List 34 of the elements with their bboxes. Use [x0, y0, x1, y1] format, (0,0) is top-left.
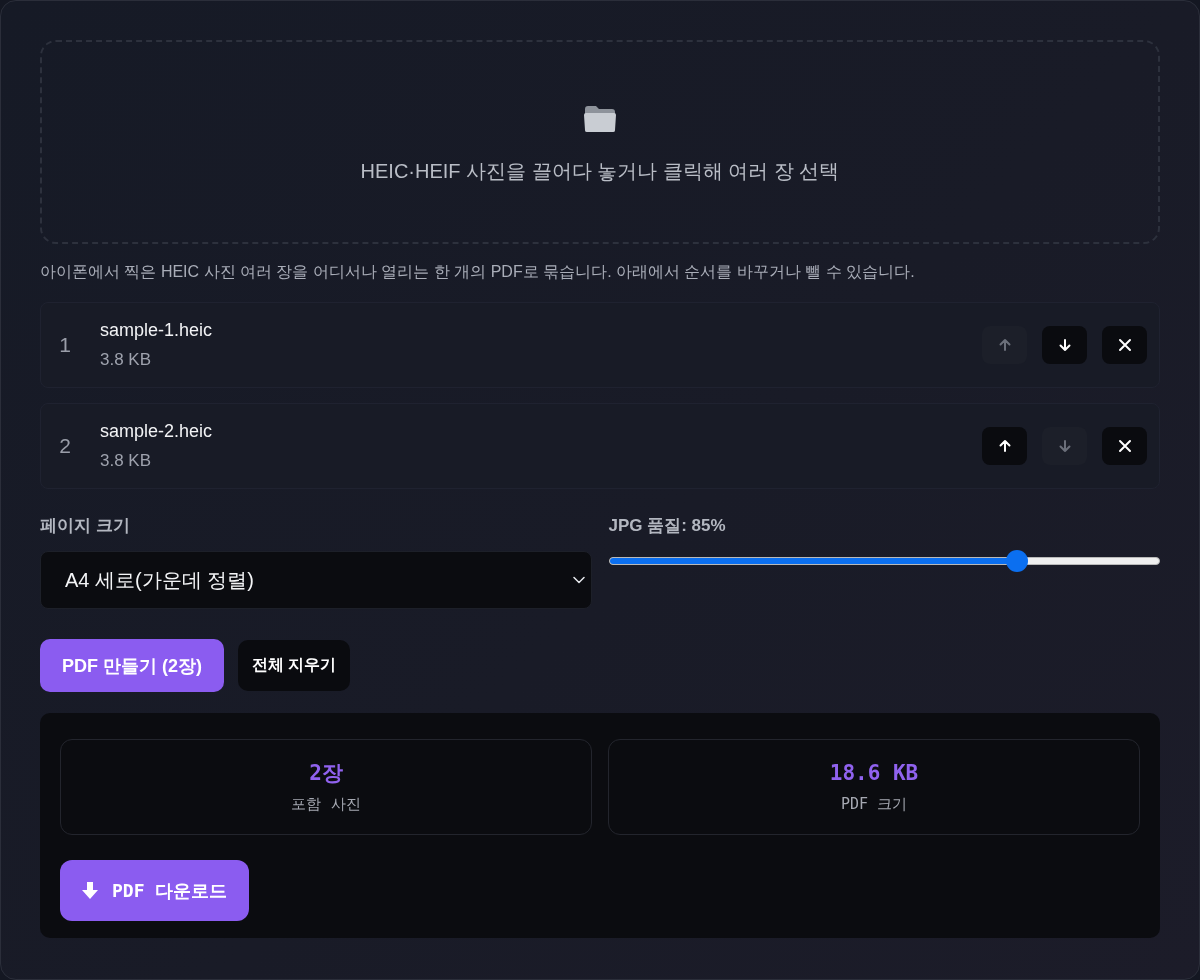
move-up-button[interactable]	[982, 427, 1027, 465]
slider-thumb[interactable]	[1005, 550, 1028, 572]
file-size: 3.8 KB	[100, 450, 153, 472]
arrow-up-icon	[997, 439, 1012, 453]
remove-button[interactable]	[1102, 326, 1147, 364]
quality-slider[interactable]	[608, 549, 1160, 573]
create-pdf-button[interactable]: PDF 만들기 (2장)	[40, 639, 224, 692]
drop-zone-text: HEIC·HEIF 사진을 끌어다 놓거나 클릭해 여러 장 선택	[360, 159, 840, 184]
file-name: sample-1.heic	[100, 319, 214, 341]
close-icon	[1117, 338, 1132, 352]
file-name: sample-2.heic	[100, 420, 214, 442]
page-size-select[interactable]: A4 세로(가운데 정렬)	[40, 551, 592, 609]
download-button[interactable]: PDF 다운로드	[60, 860, 250, 921]
arrow-up-icon	[997, 338, 1012, 352]
clear-all-button[interactable]: 전체 지우기	[238, 640, 351, 691]
file-number: 1	[58, 333, 72, 357]
description-text: 아이폰에서 찍은 HEIC 사진 여러 장을 어디서나 열리는 한 개의 PDF로 묶습니다. 아래에서 순서를 바꾸거나 뺄 수 있습니다.	[40, 262, 916, 282]
chevron-down-icon	[572, 576, 585, 584]
stat-label: 포함 사진	[291, 794, 361, 814]
quality-label: JPG 품질: 85%	[608, 515, 726, 537]
folder-icon	[583, 104, 617, 134]
file-number: 2	[58, 434, 72, 458]
drop-zone[interactable]: HEIC·HEIF 사진을 끌어다 놓거나 클릭해 여러 장 선택	[40, 40, 1160, 244]
file-size: 3.8 KB	[100, 349, 153, 371]
remove-button[interactable]	[1102, 427, 1147, 465]
move-down-button[interactable]	[1042, 326, 1087, 364]
download-icon	[82, 881, 98, 900]
arrow-down-icon	[1057, 439, 1072, 453]
arrow-down-icon	[1057, 338, 1072, 352]
close-icon	[1117, 439, 1132, 453]
stat-value: 18.6 KB	[829, 760, 919, 786]
stat-label: PDF 크기	[840, 794, 908, 814]
page-size-label: 페이지 크기	[40, 515, 130, 537]
stat-value: 2장	[309, 760, 343, 786]
